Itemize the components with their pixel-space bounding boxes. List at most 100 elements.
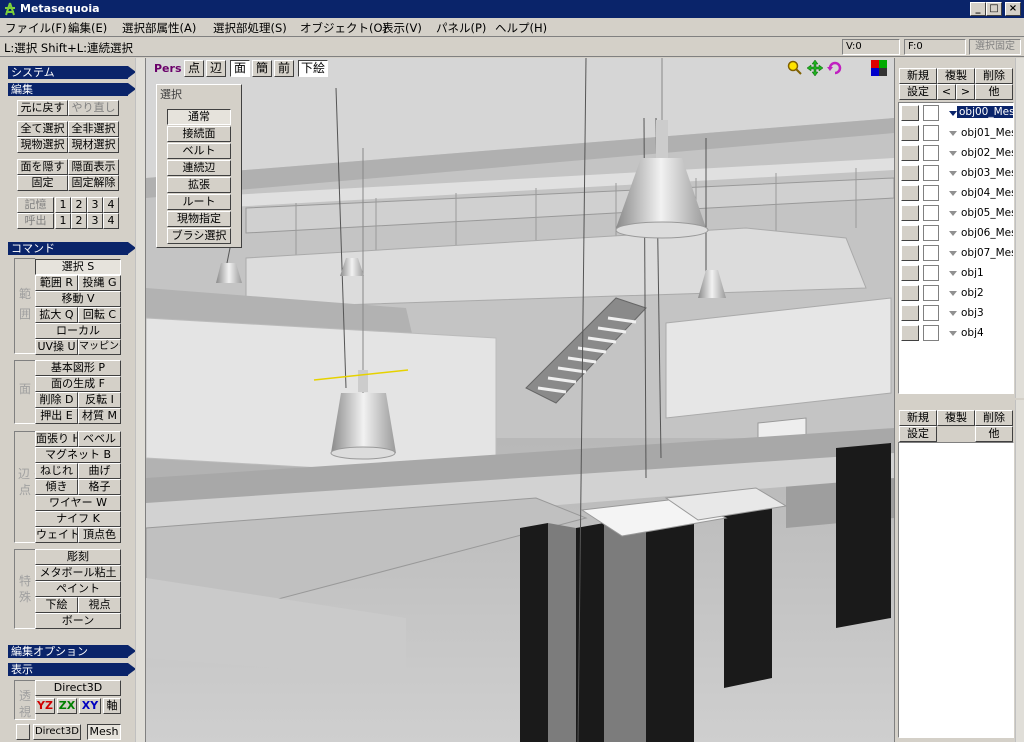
lock-toggle[interactable]: [923, 225, 939, 241]
object-row[interactable]: obj3: [899, 303, 1013, 323]
axis-button[interactable]: 軸: [103, 698, 121, 714]
expand-triangle-icon[interactable]: [949, 131, 957, 136]
extra-toggle[interactable]: [16, 724, 30, 740]
delete-command-button[interactable]: 削除 D: [35, 392, 78, 408]
menu-panel[interactable]: パネル(P): [436, 20, 486, 36]
object-name[interactable]: obj05_Mesh1: [961, 207, 1013, 219]
eye-icon[interactable]: [901, 285, 919, 301]
hide-face-button[interactable]: 面を隠す: [17, 159, 68, 175]
object-name[interactable]: obj04_Mesh1: [961, 187, 1013, 199]
object-row[interactable]: obj2: [899, 283, 1013, 303]
object-row[interactable]: obj00_Mesh8: [899, 103, 1013, 123]
menu-view[interactable]: 表示(V): [382, 20, 422, 36]
move-command-button[interactable]: 移動 V: [35, 291, 121, 307]
memory-button[interactable]: 記憶: [17, 197, 54, 213]
expand-triangle-icon[interactable]: [949, 211, 957, 216]
close-button[interactable]: ×: [1005, 2, 1021, 16]
3d-viewport[interactable]: [146, 58, 894, 742]
current-material-select-button[interactable]: 現材選択: [68, 137, 119, 153]
display-section-header[interactable]: 表示: [8, 663, 136, 676]
scene-render[interactable]: [146, 58, 894, 742]
lattice-command-button[interactable]: 格子: [78, 479, 121, 495]
rotate-command-button[interactable]: 回転 C: [78, 307, 121, 323]
direct3d-button[interactable]: Direct3D: [35, 680, 121, 696]
expand-triangle-icon[interactable]: [949, 331, 957, 336]
viewpoint-command-button[interactable]: 視点: [78, 597, 121, 613]
scale-command-button[interactable]: 拡大 Q: [35, 307, 78, 323]
lock-toggle[interactable]: [923, 305, 939, 321]
zx-view-button[interactable]: ZX: [57, 698, 77, 714]
front-display-toggle[interactable]: 前: [274, 60, 294, 77]
knife-command-button[interactable]: ナイフ K: [35, 511, 121, 527]
object-panel-scrollbar[interactable]: [1015, 58, 1024, 398]
selection-fix-toggle[interactable]: 選択固定: [969, 39, 1021, 55]
vertex-color-command-button[interactable]: 頂点色: [78, 527, 121, 543]
lock-toggle[interactable]: [923, 165, 939, 181]
magnet-command-button[interactable]: マグネット B: [35, 447, 121, 463]
expand-triangle-icon[interactable]: [949, 111, 957, 116]
recall-slot-2[interactable]: 2: [71, 213, 87, 229]
rotate-view-icon[interactable]: [827, 60, 843, 76]
object-prev-button[interactable]: <: [937, 84, 956, 100]
lock-toggle[interactable]: [923, 285, 939, 301]
memory-slot-2[interactable]: 2: [71, 197, 87, 213]
zoom-icon[interactable]: [787, 60, 803, 76]
recall-slot-1[interactable]: 1: [55, 213, 71, 229]
maximize-button[interactable]: □: [986, 2, 1002, 16]
object-row[interactable]: obj06_Mesh1: [899, 223, 1013, 243]
metaball-command-button[interactable]: メタボール粘土: [35, 565, 121, 581]
object-name[interactable]: obj4: [961, 327, 984, 339]
menu-help[interactable]: ヘルプ(H): [495, 20, 547, 36]
object-name[interactable]: obj03_Mesh9: [961, 167, 1013, 179]
lock-toggle[interactable]: [923, 145, 939, 161]
object-row[interactable]: obj05_Mesh1: [899, 203, 1013, 223]
recall-slot-4[interactable]: 4: [103, 213, 119, 229]
expand-triangle-icon[interactable]: [949, 231, 957, 236]
lock-toggle[interactable]: [923, 245, 939, 261]
material-delete-button[interactable]: 削除: [975, 410, 1013, 426]
show-hidden-button[interactable]: 隠面表示: [68, 159, 119, 175]
color-grid-icon[interactable]: [871, 60, 887, 76]
command-section-header[interactable]: コマンド: [8, 242, 136, 255]
object-name[interactable]: obj07_Mesh1: [961, 247, 1013, 259]
expand-triangle-icon[interactable]: [949, 151, 957, 156]
system-section-header[interactable]: システム: [8, 66, 136, 79]
menu-file[interactable]: ファイル(F): [5, 20, 67, 36]
object-name[interactable]: obj00_Mesh8: [957, 106, 1013, 118]
title-bar[interactable]: Metasequoia _ □ ×: [0, 0, 1024, 18]
expand-triangle-icon[interactable]: [949, 251, 957, 256]
mesh-mode-button[interactable]: Mesh: [87, 724, 121, 740]
recall-slot-3[interactable]: 3: [87, 213, 103, 229]
select-brush-button[interactable]: ブラシ選択: [167, 228, 231, 244]
material-new-button[interactable]: 新規: [899, 410, 937, 426]
simple-display-toggle[interactable]: 簡: [252, 60, 272, 77]
sculpt-command-button[interactable]: 彫刻: [35, 549, 121, 565]
recall-button[interactable]: 呼出: [17, 213, 54, 229]
expand-triangle-icon[interactable]: [949, 171, 957, 176]
object-settings-button[interactable]: 設定: [899, 84, 937, 100]
lock-toggle[interactable]: [923, 325, 939, 341]
lock-toggle[interactable]: [923, 205, 939, 221]
wire-command-button[interactable]: ワイヤー W: [35, 495, 121, 511]
face-generate-command-button[interactable]: 面の生成 F: [35, 376, 121, 392]
underlay-command-button[interactable]: 下絵: [35, 597, 78, 613]
memory-slot-4[interactable]: 4: [103, 197, 119, 213]
expand-triangle-icon[interactable]: [949, 191, 957, 196]
yz-view-button[interactable]: YZ: [35, 698, 55, 714]
object-delete-button[interactable]: 削除: [975, 68, 1013, 84]
select-connected-face-button[interactable]: 接続面: [167, 126, 231, 142]
material-other-button[interactable]: 他: [975, 426, 1013, 442]
uv-command-button[interactable]: UV操 U: [35, 339, 78, 355]
object-row[interactable]: obj4: [899, 323, 1013, 343]
memory-slot-3[interactable]: 3: [87, 197, 103, 213]
local-command-button[interactable]: ローカル: [35, 323, 121, 339]
select-route-button[interactable]: ルート: [167, 194, 231, 210]
object-other-button[interactable]: 他: [975, 84, 1013, 100]
eye-icon[interactable]: [901, 125, 919, 141]
edit-option-section-header[interactable]: 編集オプション: [8, 645, 136, 658]
expand-triangle-icon[interactable]: [949, 311, 957, 316]
deselect-all-button[interactable]: 全非選択: [68, 121, 119, 137]
edit-section-header[interactable]: 編集: [8, 83, 136, 96]
eye-icon[interactable]: [901, 245, 919, 261]
select-command-button[interactable]: 選択 S: [35, 259, 121, 275]
